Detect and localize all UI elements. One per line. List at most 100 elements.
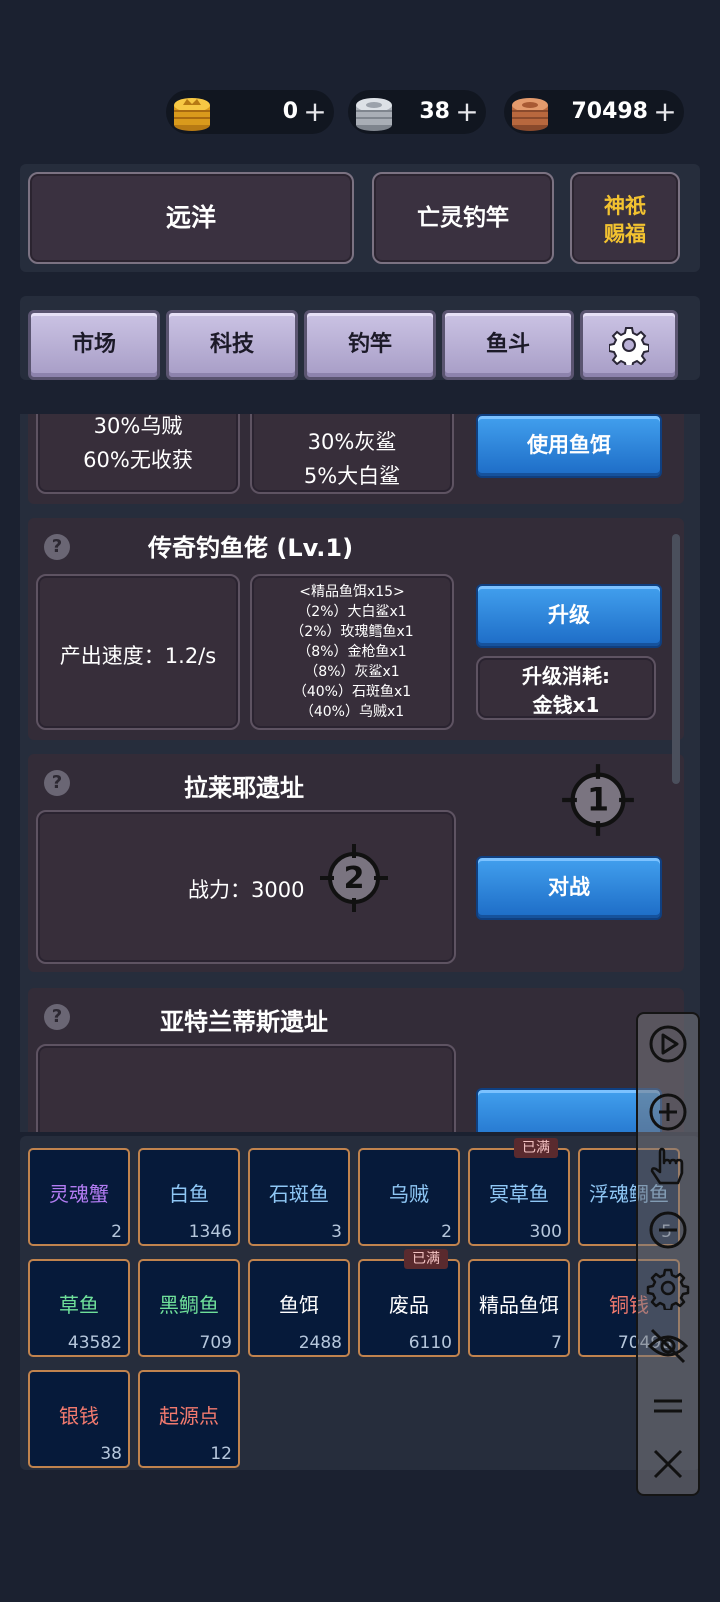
floating-toolbar [636,1012,700,1496]
fisher-card: ? 传奇钓鱼佬 (Lv.1) 产出速度：1.2/s <精品鱼饵x15> （2%）大… [28,518,684,740]
inventory-item[interactable]: 起源点 12 [138,1370,240,1468]
drop-item: <精品鱼饵x15> [299,584,405,600]
rlyeh-ruins-card: ? 拉莱耶遗址 战力：3000 2 1 对战 [28,754,684,972]
item-count: 3 [331,1222,342,1242]
rod-button[interactable]: 钓竿 [304,310,436,380]
copper-currency: 70498 + [504,90,684,134]
drop-item: （8%）灰鲨x1 [304,664,400,680]
item-count: 2 [111,1222,122,1242]
blessing-label-line1: 神祇 [604,194,646,218]
copper-amount: 70498 [571,99,648,124]
upgrade-button[interactable]: 升级 [476,584,662,648]
inventory-item[interactable]: 草鱼 43582 [28,1259,130,1357]
item-count: 38 [100,1444,122,1464]
tech-button[interactable]: 科技 [166,310,298,380]
partial-mid-line1: 30%灰鲨 [307,430,397,454]
copper-coin-icon [512,98,548,131]
help-icon[interactable]: ? [44,1004,70,1030]
silver-add-button[interactable]: + [454,90,480,134]
item-count: 12 [210,1444,232,1464]
partial-mid-box: 30%灰鲨 5%大白鲨 [250,414,454,494]
drops-list: <精品鱼饵x15> （2%）大白鲨x1 （2%）玫瑰鳕鱼x1 （8%）金枪鱼x1 （8%… [252,582,452,722]
partial-left-box: 30%乌贼 60%无收获 [36,414,240,494]
help-icon[interactable]: ? [44,534,70,560]
full-badge: 已满 [514,1138,558,1158]
gear-icon[interactable] [646,1266,690,1310]
crosshair-icon: 1 [562,764,634,836]
zoom-out-icon[interactable] [646,1208,690,1252]
help-icon[interactable]: ? [44,770,70,796]
gear-icon [608,327,650,369]
item-count: 709 [199,1333,232,1353]
inventory-item[interactable]: 废品 6110 已满 [358,1249,460,1357]
drop-item: （2%）玫瑰鳕鱼x1 [290,624,414,640]
rate-box: 产出速度：1.2/s [36,574,240,730]
inventory-item[interactable]: 乌贼 2 [358,1148,460,1246]
hide-icon[interactable] [646,1324,690,1368]
item-name: 石斑鱼 [269,1182,329,1206]
crosshair-icon: 2 [320,844,388,912]
inventory-item[interactable]: 冥草鱼 300 已满 [468,1138,570,1246]
market-button[interactable]: 市场 [28,310,160,380]
menu-icon[interactable] [646,1384,690,1428]
partial-left-line2: 60%无收获 [83,448,193,472]
drop-item: （8%）金枪鱼x1 [297,644,407,660]
partial-left-line1: 30%乌贼 [93,414,183,438]
hand-pointer-icon[interactable] [646,1146,690,1190]
undead-rod-button[interactable]: 亡灵钓竿 [372,172,554,264]
item-name: 精品鱼饵 [479,1293,559,1317]
silver-currency: 38 + [348,90,486,134]
atlantis-ruins-card: ? 亚特兰蒂斯遗址 [28,988,684,1132]
item-name: 白鱼 [169,1182,209,1206]
inventory-item[interactable]: 鱼饵 2488 [248,1259,350,1357]
scrollbar[interactable] [672,534,680,784]
inventory-item[interactable]: 精品鱼饵 7 [468,1259,570,1357]
inventory-item[interactable]: 银钱 38 [28,1370,130,1468]
gold-coin-icon [174,98,210,131]
inventory-item[interactable]: 白鱼 1346 [138,1148,240,1246]
item-name: 乌贼 [389,1182,429,1206]
content-scroll-area[interactable]: 30%乌贼 60%无收获 30%灰鲨 5%大白鲨 使用鱼饵 ? 传奇钓鱼佬 (L… [20,414,700,1132]
power-box: 战力：3000 2 [36,810,456,964]
gold-amount: 0 [282,99,298,124]
rate-text: 产出速度：1.2/s [59,644,217,668]
inventory-item[interactable]: 石斑鱼 3 [248,1148,350,1246]
power-text: 战力：3000 [188,878,305,902]
full-badge: 已满 [404,1249,448,1269]
item-count: 7 [551,1333,562,1353]
drop-item: （40%）石斑鱼x1 [292,684,412,700]
settings-button[interactable] [580,310,678,380]
drop-item: （40%）乌贼x1 [299,704,405,720]
close-icon[interactable] [646,1442,690,1486]
zoom-in-icon[interactable] [646,1090,690,1134]
inventory-item[interactable]: 灵魂蟹 2 [28,1148,130,1246]
rlyeh-title: 拉莱耶遗址 [184,774,304,802]
ocean-button[interactable]: 远洋 [28,172,354,264]
item-name: 黑鲷鱼 [159,1293,219,1317]
item-count: 2488 [298,1333,342,1353]
partial-mid-line2: 5%大白鲨 [303,464,401,488]
item-name: 起源点 [159,1404,219,1428]
copper-add-button[interactable]: + [652,90,678,134]
item-name: 银钱 [59,1404,99,1428]
upgrade-cost-box: 升级消耗: 金钱x1 [476,656,656,720]
item-count: 1346 [188,1222,232,1242]
atlantis-title: 亚特兰蒂斯遗址 [160,1008,328,1036]
fisher-title: 传奇钓鱼佬 (Lv.1) [148,534,354,562]
item-count: 6110 [408,1333,452,1353]
item-count: 43582 [67,1333,122,1353]
use-bait-button[interactable]: 使用鱼饵 [476,414,662,478]
gold-add-button[interactable]: + [302,90,328,134]
atlantis-box [36,1044,456,1132]
item-name: 草鱼 [59,1293,99,1317]
atlantis-battle-button[interactable] [476,1088,662,1132]
fish-fight-button[interactable]: 鱼斗 [442,310,574,380]
battle-button[interactable]: 对战 [476,856,662,920]
item-name: 灵魂蟹 [49,1182,109,1206]
inventory-item[interactable]: 黑鲷鱼 709 [138,1259,240,1357]
blessing-button[interactable]: 神祇 赐福 [570,172,680,264]
drops-box: <精品鱼饵x15> （2%）大白鲨x1 （2%）玫瑰鳕鱼x1 （8%）金枪鱼x1 （8%… [250,574,454,730]
play-icon[interactable] [646,1022,690,1066]
marker-number: 2 [344,861,365,896]
marker-number: 1 [587,783,609,819]
